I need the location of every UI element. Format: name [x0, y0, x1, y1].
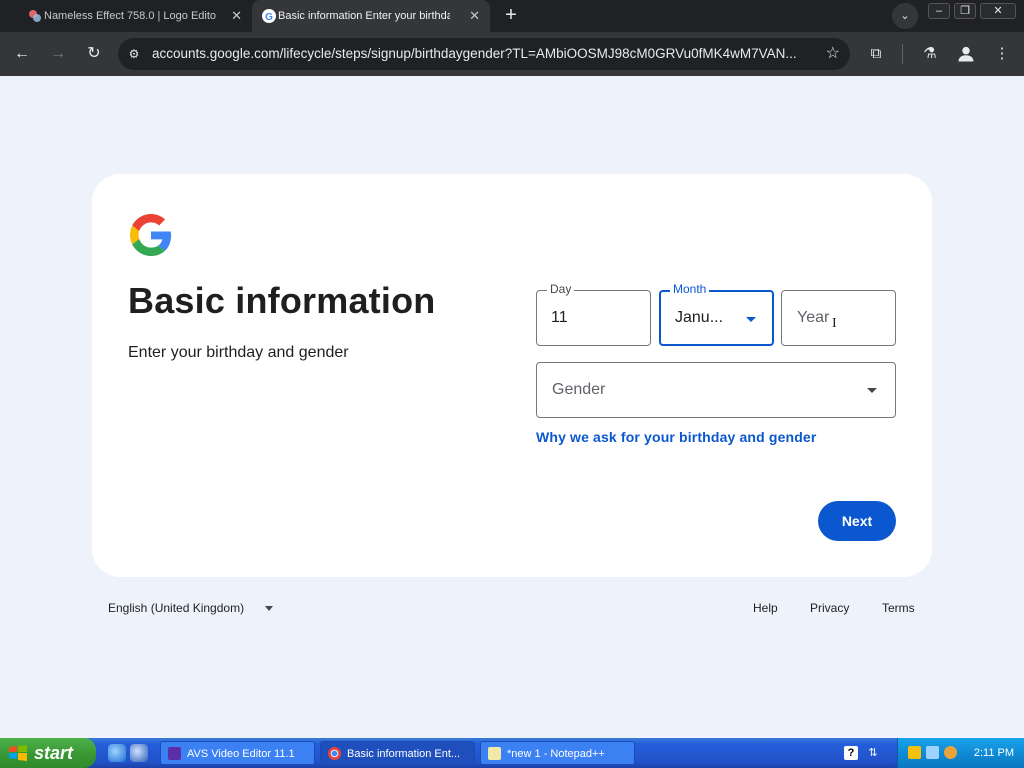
forward-arrow-icon[interactable]: → — [46, 42, 70, 66]
tray-app-icon[interactable] — [926, 746, 939, 759]
maximize-window-button[interactable]: ❐ — [954, 3, 976, 19]
taskbar-item-chrome[interactable]: Basic information Ent... — [320, 741, 475, 765]
chrome-icon — [328, 747, 341, 760]
security-shield-icon[interactable] — [908, 746, 921, 759]
help-icon[interactable]: ? — [844, 746, 858, 760]
taskbar: start AVS Video Editor 11.1 Basic inform… — [0, 738, 1024, 768]
browser-tab-strip: Nameless Effect 758.0 | Logo Edito ✕ G B… — [0, 0, 1024, 32]
avs-video-editor-icon — [168, 747, 181, 760]
toolbar-divider — [902, 44, 903, 64]
back-arrow-icon[interactable]: ← — [10, 42, 34, 66]
terms-link[interactable]: Terms — [882, 601, 915, 615]
search-tray-icon[interactable] — [944, 746, 957, 759]
why-we-ask-link[interactable]: Why we ask for your birthday and gender — [536, 429, 816, 445]
gender-placeholder: Gender — [552, 381, 606, 398]
site-settings-icon[interactable]: ⚙ — [126, 46, 142, 62]
close-icon[interactable]: ✕ — [469, 8, 480, 24]
taskbar-item-notepad-plus-plus[interactable]: *new 1 - Notepad++ — [480, 741, 635, 765]
bookmark-star-icon[interactable]: ☆ — [826, 44, 840, 64]
close-icon[interactable]: ✕ — [231, 8, 242, 24]
browser-toolbar: ← → ↻ ⚙ accounts.google.com/lifecycle/st… — [0, 32, 1024, 76]
new-tab-plus-icon[interactable]: + — [500, 5, 522, 27]
google-favicon-icon: G — [262, 9, 276, 23]
system-tray: 2:11 PM — [897, 738, 1024, 768]
start-button[interactable]: start — [0, 738, 96, 768]
tab-nameless-effect[interactable]: Nameless Effect 758.0 | Logo Edito ✕ — [18, 0, 252, 32]
start-label: start — [34, 743, 74, 763]
network-icon[interactable]: ⇅ — [866, 746, 880, 760]
tab-label: Nameless Effect 758.0 | Logo Edito — [44, 10, 216, 22]
month-label: Month — [670, 282, 710, 296]
day-label: Day — [547, 282, 575, 296]
task-label: Basic information Ent... — [347, 748, 461, 760]
language-select[interactable]: English (United Kingdom) — [108, 601, 244, 615]
tab-label: Basic information Enter your birthday — [278, 10, 450, 22]
windows-flag-icon — [9, 745, 27, 761]
dropdown-arrow-icon — [867, 388, 877, 393]
svg-text:G: G — [265, 12, 273, 23]
privacy-link[interactable]: Privacy — [810, 601, 849, 615]
task-label: *new 1 - Notepad++ — [507, 748, 605, 760]
close-window-button[interactable]: ✕ — [980, 3, 1016, 19]
internet-explorer-icon[interactable] — [108, 744, 126, 762]
task-label: AVS Video Editor 11.1 — [187, 748, 295, 760]
notepad-plus-plus-icon — [488, 747, 501, 760]
signup-card: Basic information Enter your birthday an… — [92, 174, 932, 577]
minimize-window-button[interactable]: – — [928, 3, 950, 19]
clock: 2:11 PM — [973, 747, 1014, 759]
gender-select[interactable]: Gender — [536, 362, 896, 418]
quick-launch-icon[interactable] — [130, 744, 148, 762]
address-bar[interactable]: ⚙ accounts.google.com/lifecycle/steps/si… — [118, 38, 850, 70]
day-value: 11 — [551, 309, 568, 326]
month-value: Janu... — [675, 309, 724, 326]
page-title: Basic information — [128, 280, 436, 321]
person-icon — [958, 46, 974, 62]
day-input[interactable]: Day 11 — [536, 282, 651, 346]
reload-icon[interactable]: ↻ — [82, 42, 106, 66]
more-vert-icon[interactable]: ⋮ — [990, 42, 1014, 66]
taskbar-item-avs-video-editor[interactable]: AVS Video Editor 11.1 — [160, 741, 315, 765]
next-button[interactable]: Next — [818, 501, 896, 541]
extensions-puzzle-icon[interactable]: ⧉ — [864, 42, 888, 66]
dropdown-arrow-icon — [746, 317, 756, 322]
tab-basic-information[interactable]: G Basic information Enter your birthday … — [252, 0, 490, 32]
chevron-down-icon[interactable]: ⌄ — [892, 3, 918, 29]
logo-editor-favicon-icon — [29, 10, 41, 22]
page-subtitle: Enter your birthday and gender — [128, 344, 349, 361]
url-text[interactable]: accounts.google.com/lifecycle/steps/sign… — [152, 46, 807, 62]
text-cursor-icon: I — [832, 316, 837, 331]
dropdown-arrow-icon[interactable] — [265, 606, 273, 611]
google-g-logo-icon — [130, 214, 172, 256]
labs-flask-icon[interactable]: ⚗ — [918, 42, 942, 66]
help-link[interactable]: Help — [753, 601, 778, 615]
year-placeholder: Year — [797, 309, 830, 326]
profile-avatar-icon[interactable] — [954, 42, 978, 66]
month-select[interactable]: Month Janu... — [659, 282, 774, 346]
